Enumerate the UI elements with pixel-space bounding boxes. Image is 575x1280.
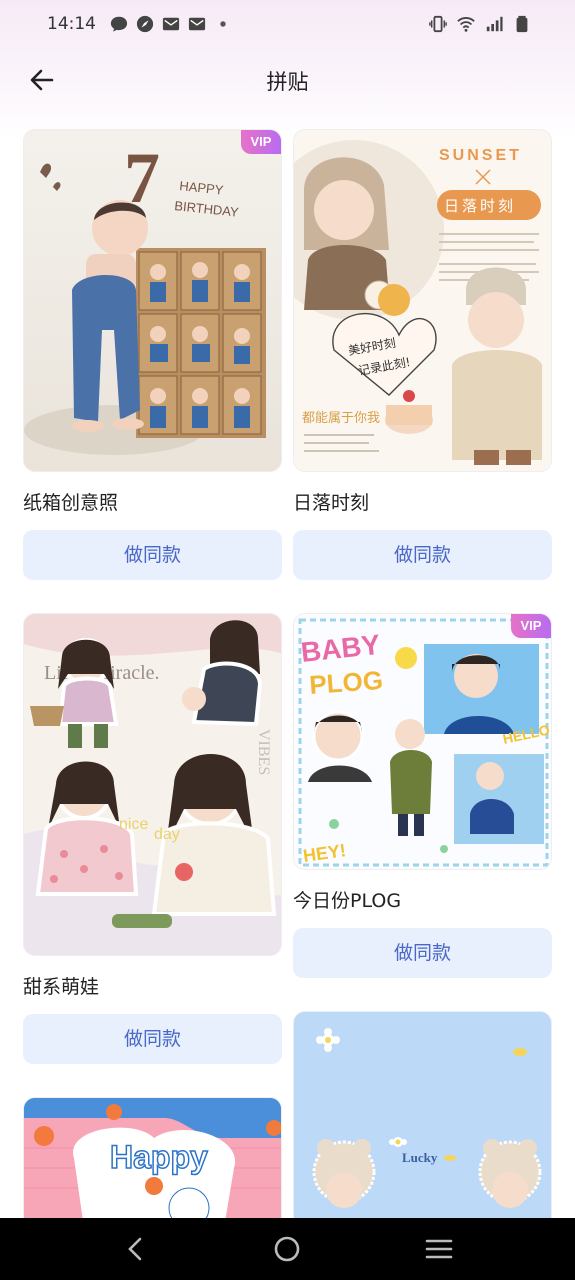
menu-icon: [425, 1239, 453, 1259]
svg-text:day: day: [154, 826, 180, 843]
collage-preview-image: BABY PLOG HELLO HEY!: [294, 614, 551, 869]
svg-text:Happy: Happy: [110, 1139, 208, 1175]
template-title: 甜系萌娃: [23, 976, 100, 998]
home-icon: [275, 1236, 300, 1262]
svg-text:SUNSET: SUNSET: [439, 147, 522, 164]
chat-icon: [110, 16, 128, 32]
system-navigation-bar: [0, 1218, 575, 1280]
page-title: 拼贴: [266, 70, 309, 94]
nav-back-button[interactable]: [106, 1224, 166, 1274]
collage-preview-image: Little Miracle. VIBES: [24, 614, 281, 955]
template-thumbnail[interactable]: 7 HAPPY BIRTHDAY VIP: [23, 129, 282, 472]
wifi-icon: [457, 17, 475, 32]
back-icon: [127, 1237, 142, 1261]
vip-badge: VIP: [511, 614, 551, 638]
svg-text:nice: nice: [119, 816, 148, 833]
nav-home-button[interactable]: [257, 1224, 317, 1274]
svg-text:VIBES: VIBES: [255, 729, 272, 775]
template-card[interactable]: Happy: [23, 1097, 282, 1227]
dot-icon: [220, 21, 226, 27]
template-thumbnail[interactable]: Little Miracle. VIBES: [23, 613, 282, 956]
vibrate-icon: [429, 15, 447, 33]
template-thumbnail[interactable]: Lucky: [293, 1011, 552, 1227]
battery-icon: [516, 15, 528, 33]
signal-icon: [486, 16, 503, 32]
template-thumbnail[interactable]: Happy: [23, 1097, 282, 1227]
template-title: 今日份PLOG: [293, 890, 402, 912]
template-card[interactable]: Lucky: [293, 1011, 552, 1227]
template-title: 日落时刻: [293, 492, 370, 514]
nav-menu-button[interactable]: [409, 1224, 469, 1274]
status-bar: 14:14: [0, 0, 575, 48]
compass-icon: [136, 15, 154, 33]
template-card[interactable]: SUNSET 日落时刻 美好时刻 记录此刻! 都能属于你我 日落时刻 做同款: [293, 129, 552, 580]
svg-text:Lucky: Lucky: [402, 1150, 438, 1165]
svg-text:日落时刻: 日落时刻: [444, 197, 516, 215]
collage-preview-image: SUNSET 日落时刻 美好时刻 记录此刻! 都能属于你我: [294, 130, 551, 471]
make-same-button[interactable]: 做同款: [23, 1014, 282, 1064]
svg-text:PLOG: PLOG: [308, 665, 384, 700]
svg-text:都能属于你我: 都能属于你我: [302, 411, 380, 426]
make-same-button[interactable]: 做同款: [293, 530, 552, 580]
template-title: 纸箱创意照: [23, 492, 119, 514]
collage-preview-image: Happy: [24, 1098, 281, 1226]
make-same-button[interactable]: 做同款: [293, 928, 552, 978]
mail-icon: [162, 17, 180, 31]
make-same-button[interactable]: 做同款: [23, 530, 282, 580]
template-thumbnail[interactable]: SUNSET 日落时刻 美好时刻 记录此刻! 都能属于你我: [293, 129, 552, 472]
template-card[interactable]: BABY PLOG HELLO HEY! VIP 今日份PLOG 做同款: [293, 613, 552, 978]
template-thumbnail[interactable]: BABY PLOG HELLO HEY! VIP: [293, 613, 552, 870]
mail-icon: [188, 17, 206, 31]
header: 拼贴: [0, 56, 575, 104]
template-card[interactable]: 7 HAPPY BIRTHDAY VIP 纸箱创意照 做同款: [23, 129, 282, 580]
collage-preview-image: Lucky: [294, 1012, 551, 1226]
status-time: 14:14: [47, 14, 96, 34]
vip-badge: VIP: [241, 130, 281, 154]
collage-preview-image: 7 HAPPY BIRTHDAY: [24, 130, 281, 471]
template-card[interactable]: Little Miracle. VIBES: [23, 613, 282, 1064]
